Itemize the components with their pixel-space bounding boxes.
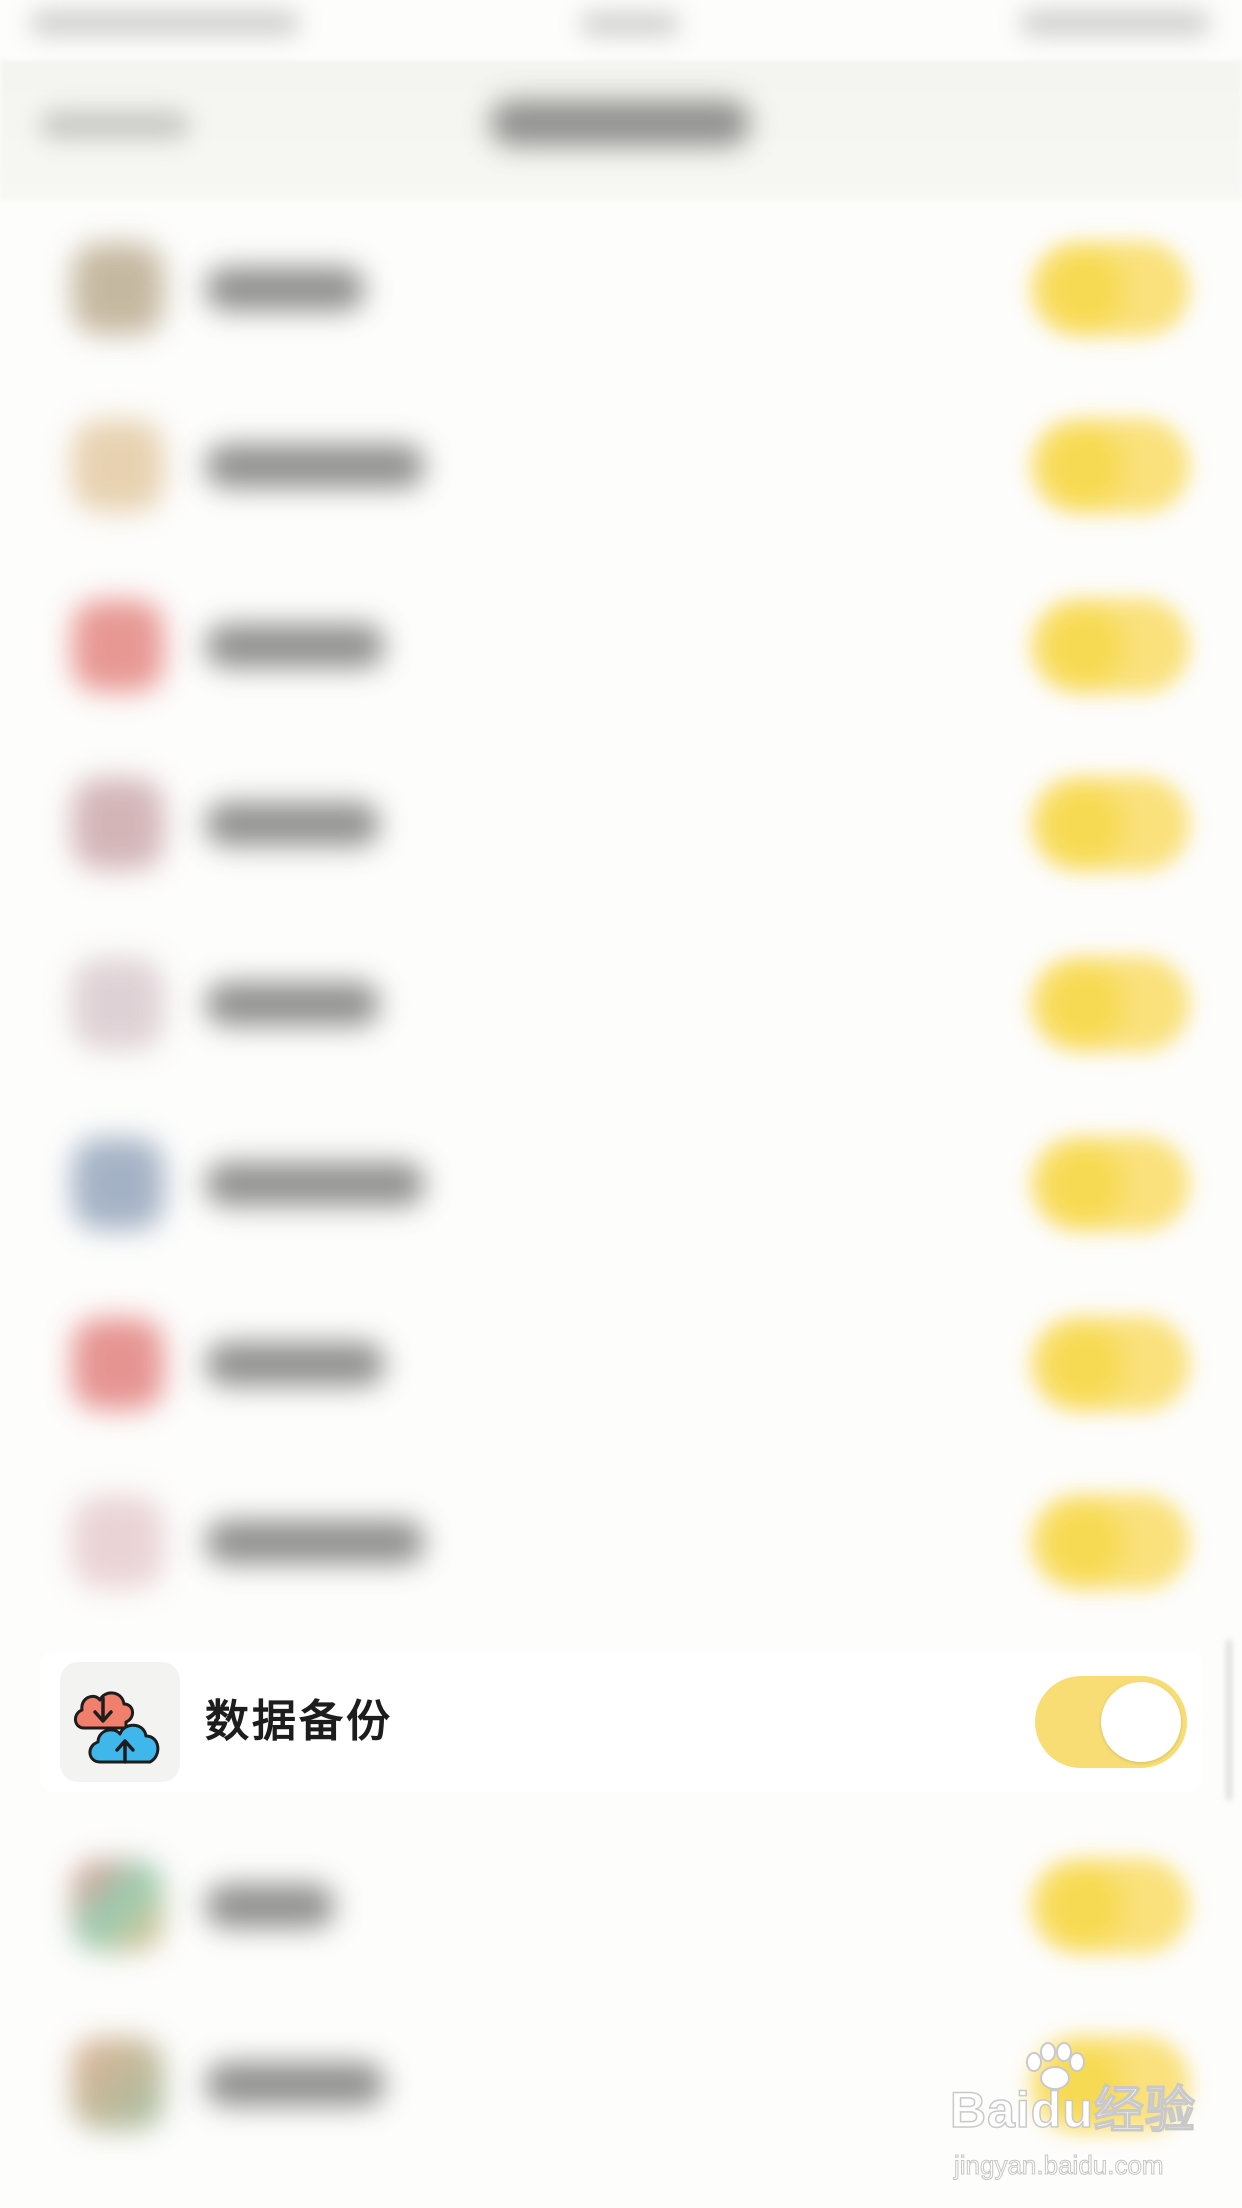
list-item[interactable] bbox=[0, 1270, 1242, 1450]
app-icon bbox=[72, 1496, 164, 1588]
watermark-url: jingyan.baidu.com bbox=[954, 2150, 1165, 2181]
app-icon bbox=[72, 958, 164, 1050]
list-item[interactable] bbox=[0, 730, 1242, 910]
list-item[interactable] bbox=[0, 195, 1242, 375]
list-item-label bbox=[205, 444, 425, 488]
cloud-sync-icon bbox=[60, 1662, 180, 1782]
list-item-label bbox=[205, 2062, 385, 2106]
list-item[interactable] bbox=[0, 1812, 1242, 1992]
list-item[interactable] bbox=[0, 552, 1242, 732]
toggle-switch[interactable] bbox=[1030, 1494, 1190, 1590]
list-item-label bbox=[205, 982, 380, 1026]
list-item-label bbox=[205, 1162, 425, 1206]
list-item[interactable] bbox=[0, 1090, 1242, 1270]
list-item[interactable] bbox=[0, 910, 1242, 1090]
app-icon bbox=[72, 420, 164, 512]
scroll-edge bbox=[1226, 1640, 1232, 1800]
app-icon bbox=[72, 2038, 164, 2130]
app-icon bbox=[72, 1318, 164, 1410]
app-icon bbox=[72, 1860, 164, 1952]
list-item-label bbox=[205, 267, 365, 311]
toggle-switch[interactable] bbox=[1030, 1316, 1190, 1412]
data-backup-label: 数据备份 bbox=[205, 1697, 393, 1746]
app-icon bbox=[72, 600, 164, 692]
list-item-label bbox=[205, 1884, 335, 1928]
list-item-data-backup[interactable]: 数据备份 bbox=[0, 1652, 1242, 1792]
list-item-label bbox=[205, 1342, 385, 1386]
page-title bbox=[490, 100, 750, 146]
status-bar bbox=[0, 0, 1242, 60]
data-backup-toggle[interactable] bbox=[1035, 1676, 1187, 1768]
list-item[interactable] bbox=[0, 372, 1242, 552]
toggle-switch[interactable] bbox=[1030, 598, 1190, 694]
back-button[interactable] bbox=[40, 110, 190, 140]
toggle-switch[interactable] bbox=[1030, 241, 1190, 337]
app-icon bbox=[72, 243, 164, 335]
watermark-logo: Baidu经验 bbox=[949, 2081, 1196, 2139]
toggle-switch[interactable] bbox=[1030, 776, 1190, 872]
toggle-switch[interactable] bbox=[1030, 418, 1190, 514]
toggle-knob bbox=[1101, 1682, 1181, 1762]
toggle-switch[interactable] bbox=[1030, 1136, 1190, 1232]
app-icon bbox=[72, 1138, 164, 1230]
list-item[interactable] bbox=[0, 1448, 1242, 1628]
app-icon bbox=[72, 778, 164, 870]
list-item-label bbox=[205, 1520, 425, 1564]
toggle-switch[interactable] bbox=[1030, 1858, 1190, 1954]
baidu-watermark: Baidu经验 jingyan.baidu.com bbox=[949, 2042, 1200, 2181]
list-item-label bbox=[205, 802, 380, 846]
toggle-switch[interactable] bbox=[1030, 956, 1190, 1052]
list-item-label bbox=[205, 624, 385, 668]
